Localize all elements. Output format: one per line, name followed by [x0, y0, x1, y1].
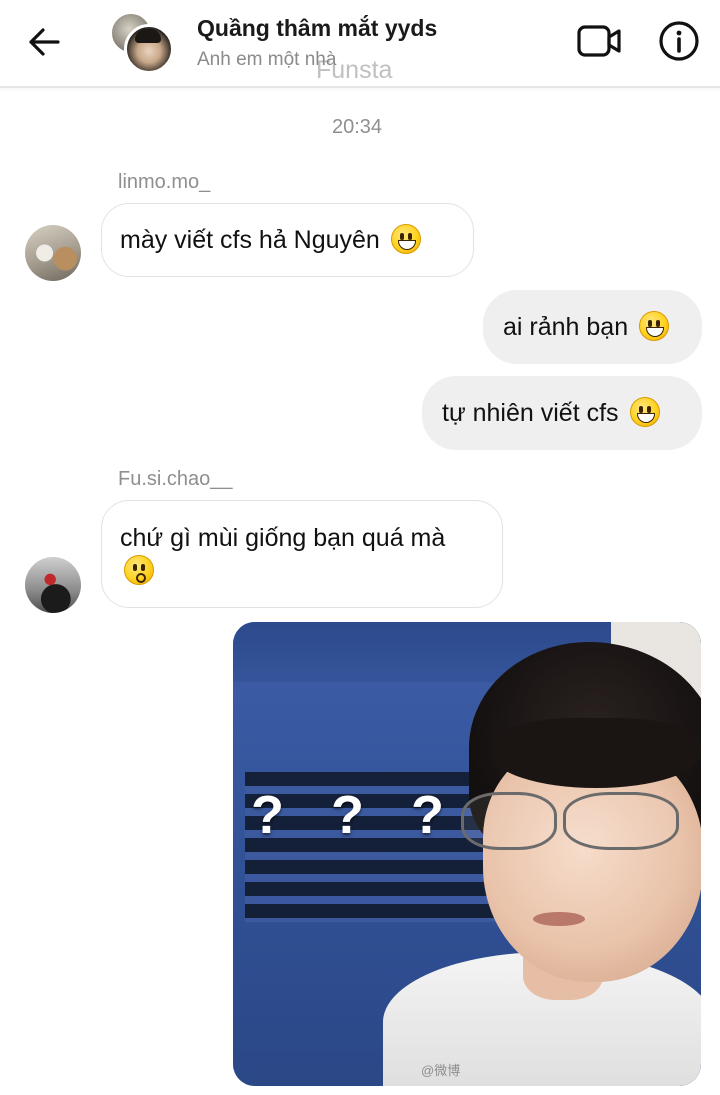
video-call-button[interactable]: [576, 22, 622, 60]
grinning-face-emoji-icon: [629, 397, 660, 427]
message-bubble-incoming[interactable]: chứ gì mùi giống bạn quá mà: [101, 500, 503, 608]
arrow-left-icon: [29, 28, 60, 56]
message-text: mày viết cfs hả Nguyên: [120, 226, 380, 254]
image-overlay-text: ? ? ?: [251, 785, 460, 845]
image-watermark: @微博: [421, 1063, 461, 1078]
sender-name[interactable]: linmo.mo_: [118, 171, 210, 194]
info-button[interactable]: [658, 20, 700, 62]
image-person-glasses-right: [563, 792, 679, 850]
kissing-face-emoji-icon: [124, 555, 154, 585]
image-person-mouth: [533, 912, 585, 926]
video-camera-icon: [577, 25, 621, 57]
group-avatar-member-2: [124, 24, 174, 74]
chat-title[interactable]: Quầng thâm mắt yyds: [197, 15, 437, 42]
message-bubble-incoming[interactable]: mày viết cfs hả Nguyên: [101, 203, 474, 277]
image-person-fringe: [491, 718, 701, 788]
message-text: ai rảnh bạn: [503, 313, 629, 341]
image-message[interactable]: ? ? ? @微博: [233, 622, 701, 1086]
grinning-face-emoji-icon: [390, 224, 421, 254]
chat-header: Quầng thâm mắt yyds Anh em một nhà Funst…: [0, 0, 720, 88]
message-text: chứ gì mùi giống bạn quá mà: [120, 524, 446, 552]
message-bubble-outgoing[interactable]: tự nhiên viết cfs: [422, 376, 702, 450]
sender-avatar[interactable]: [25, 557, 81, 613]
group-avatar[interactable]: [108, 12, 174, 74]
watermark-text: Funsta: [316, 56, 393, 84]
grinning-face-emoji-icon: [639, 311, 670, 341]
back-button[interactable]: [24, 22, 64, 62]
sender-name[interactable]: Fu.si.chao__: [118, 468, 233, 491]
image-person-glasses-left: [461, 792, 557, 850]
info-icon: [659, 21, 699, 61]
message-bubble-outgoing[interactable]: ai rảnh bạn: [483, 290, 702, 364]
message-timestamp: 20:34: [331, 116, 383, 138]
message-text: tự nhiên viết cfs: [442, 399, 619, 427]
sender-avatar[interactable]: [25, 225, 81, 281]
